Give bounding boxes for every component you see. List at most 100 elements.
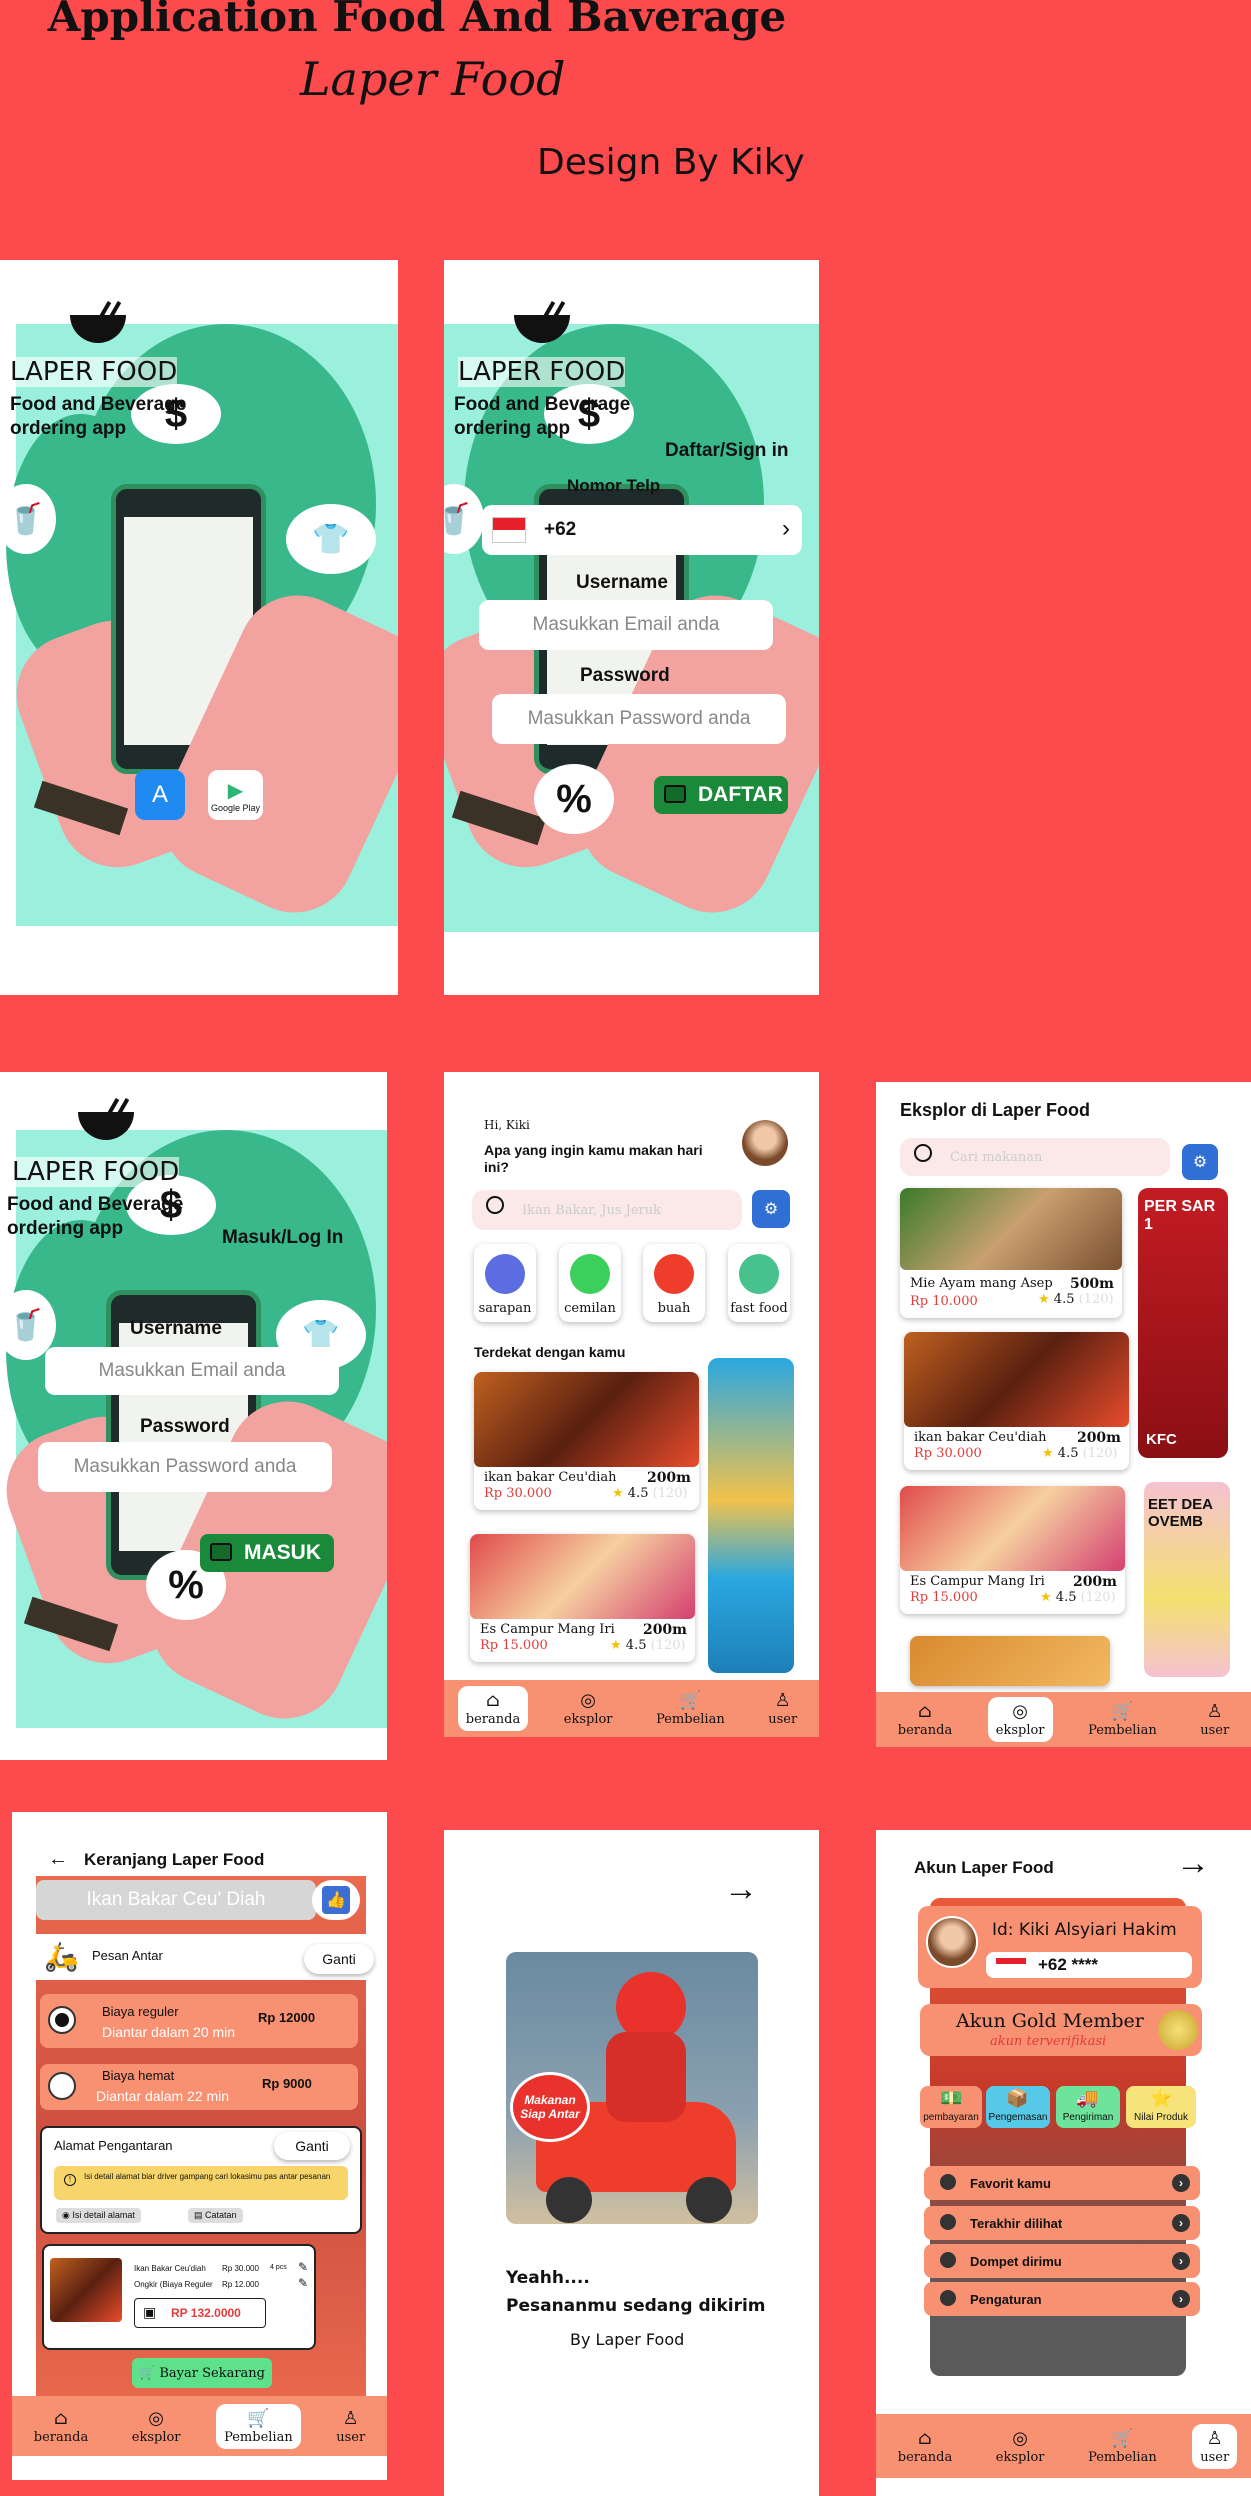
delivery-sign: Makanan Siap Antar <box>510 2072 590 2142</box>
radio-selected[interactable] <box>48 2006 76 2034</box>
cart-icon: 🛒 <box>1111 2427 1134 2449</box>
pay-label: Bayar Sekarang <box>159 2365 265 2381</box>
food-image <box>900 1188 1122 1270</box>
change-delivery-button[interactable]: Ganti <box>304 1944 374 1974</box>
nav-user[interactable]: ♙ user <box>760 1686 805 1731</box>
arrow-right-icon[interactable]: → <box>1176 1844 1210 1883</box>
action-pengiriman[interactable]: 🚚 Pengiriman <box>1056 2086 1120 2128</box>
pay-button[interactable]: 🛒 Bayar Sekarang <box>132 2358 272 2388</box>
brand-name: LAPER FOOD <box>458 357 626 387</box>
food-card[interactable]: Es Campur Mang Iri 200m Rp 15.000 ★ 4.5 … <box>470 1534 695 1662</box>
food-card[interactable]: ikan bakar Ceu'diah 200m Rp 30.000 ★ 4.5… <box>474 1372 699 1510</box>
promo-banner[interactable] <box>708 1358 794 1673</box>
compass-icon: ◎ <box>580 1690 596 1711</box>
phone-code: +62 <box>544 519 577 540</box>
edit-icon[interactable]: ✎ <box>298 2260 308 2274</box>
wheel <box>546 2177 592 2223</box>
food-card[interactable] <box>910 1636 1110 1686</box>
delivery-option-regular[interactable]: Biaya reguler Diantar dalam 20 min Rp 12… <box>40 1994 358 2048</box>
edit-icon[interactable]: ✎ <box>298 2276 308 2290</box>
nav-eksplor[interactable]: ◎ eksplor <box>124 2404 189 2449</box>
email-field[interactable]: Masukkan Email anda <box>479 600 773 650</box>
nav-pembelian[interactable]: 🛒 Pembelian <box>216 2403 301 2449</box>
option-price: Rp 12000 <box>258 2010 316 2025</box>
chevron-right-icon: › <box>1172 2252 1190 2270</box>
enter-icon <box>664 785 686 803</box>
category-fast-food[interactable]: fast food <box>728 1244 790 1322</box>
chevron-right-icon: › <box>1172 2290 1190 2308</box>
nav-beranda[interactable]: ⌂ beranda <box>26 2404 96 2449</box>
food-card[interactable]: ikan bakar Ceu'diah 200m Rp 30.000 ★ 4.5… <box>904 1332 1129 1470</box>
radio-unselected[interactable] <box>48 2072 76 2100</box>
avatar[interactable] <box>926 1916 978 1968</box>
home-icon: ⌂ <box>918 1701 932 1722</box>
nav-beranda[interactable]: ⌂ beranda <box>890 1697 960 1742</box>
filter-button[interactable]: ⚙ <box>1182 1144 1218 1180</box>
avatar[interactable] <box>742 1120 788 1166</box>
phone-field[interactable]: +62 › <box>482 505 802 555</box>
nav-eksplor[interactable]: ◎ eksplor <box>987 1697 1053 1742</box>
filter-button[interactable]: ⚙ <box>752 1190 790 1228</box>
email-field[interactable]: Masukkan Email anda <box>45 1347 339 1395</box>
google-play-button[interactable]: ▶ Google Play <box>208 770 263 820</box>
explore-screen: Eksplor di Laper Food Cari makanan ⚙ Mie… <box>876 1082 1251 1747</box>
app-store-button[interactable]: A <box>135 770 185 820</box>
bottom-nav: ⌂ beranda ◎ eksplor 🛒 Pembelian ♙ user <box>876 2414 1251 2478</box>
food-distance: 500m <box>1069 1276 1114 1292</box>
food-card[interactable]: Es Campur Mang Iri 200m Rp 15.000 ★ 4.5 … <box>900 1486 1125 1614</box>
like-button[interactable]: 👍 <box>312 1880 360 1920</box>
food-distance: 200m <box>646 1470 691 1486</box>
promo-banner[interactable]: EET DEA OVEMB <box>1144 1482 1230 1677</box>
indonesia-flag-icon <box>492 517 526 543</box>
brand-name: LAPER FOOD <box>10 357 178 387</box>
chevron-right-icon[interactable]: › <box>782 515 790 543</box>
menu-favorit[interactable]: Favorit kamu › <box>924 2166 1200 2200</box>
nav-user[interactable]: ♙ user <box>1192 1697 1237 1742</box>
password-field[interactable]: Masukkan Password anda <box>492 694 786 744</box>
menu-dompet[interactable]: Dompet dirimu › <box>924 2244 1200 2278</box>
search-input[interactable]: Cari makanan <box>900 1138 1170 1176</box>
shipping-price: Rp 12.000 <box>222 2280 259 2289</box>
option-name: Biaya reguler <box>102 2004 179 2019</box>
menu-terakhir[interactable]: Terakhir dilihat › <box>924 2206 1200 2240</box>
nav-pembelian[interactable]: 🛒 Pembelian <box>1080 2424 1165 2469</box>
notes-button[interactable]: ▤ Catatan <box>188 2208 243 2223</box>
nav-beranda[interactable]: ⌂ beranda <box>890 2424 960 2469</box>
nav-pembelian[interactable]: 🛒 Pembelian <box>648 1686 733 1731</box>
delivery-option-hemat[interactable]: Biaya hemat Diantar dalam 22 min Rp 9000 <box>40 2064 358 2110</box>
category-cemilan[interactable]: cemilan <box>559 1244 621 1322</box>
kfc-banner[interactable]: PER SAR 1 KFC <box>1138 1188 1228 1458</box>
search-input[interactable]: Ikan Bakar, Jus Jeruk <box>472 1190 742 1230</box>
food-card[interactable]: Mie Ayam mang Asep 500m Rp 10.000 ★ 4.5 … <box>900 1188 1122 1318</box>
nav-beranda[interactable]: ⌂ beranda <box>457 1686 529 1731</box>
login-button[interactable]: MASUK <box>200 1534 334 1572</box>
nav-pembelian[interactable]: 🛒 Pembelian <box>1080 1697 1165 1742</box>
food-rating: ★ 4.5 (120) <box>1038 1292 1114 1307</box>
star-icon: ★ <box>1038 1292 1050 1307</box>
greeting-question: Apa yang ingin kamu makan hari ini? <box>484 1142 703 1175</box>
nav-eksplor[interactable]: ◎ eksplor <box>988 2424 1053 2469</box>
compass-icon: ◎ <box>148 2407 164 2429</box>
menu-pengaturan[interactable]: Pengaturan › <box>924 2282 1200 2316</box>
food-rating: ★ 4.5 (120) <box>1042 1446 1118 1461</box>
food-price: Rp 15.000 <box>480 1638 548 1653</box>
action-nilai-produk[interactable]: ⭐ Nilai Produk <box>1126 2086 1196 2128</box>
nav-eksplor[interactable]: ◎ eksplor <box>556 1686 621 1731</box>
arrow-right-icon[interactable]: → <box>724 1870 758 1909</box>
category-buah[interactable]: buah <box>643 1244 705 1322</box>
signup-button[interactable]: DAFTAR <box>654 776 788 814</box>
address-detail-button[interactable]: ◉ Isi detail alamat <box>56 2208 141 2223</box>
nav-user[interactable]: ♙ user <box>1192 2423 1238 2469</box>
action-pembayaran[interactable]: 💵 pembayaran <box>920 2086 982 2128</box>
nav-user[interactable]: ♙ user <box>328 2404 373 2449</box>
back-arrow-icon[interactable]: ← <box>48 1848 68 1871</box>
option-eta: Diantar dalam 22 min <box>96 2088 230 2104</box>
line-item-qty: 4 pcs <box>270 2264 287 2271</box>
password-field[interactable]: Masukkan Password anda <box>38 1442 332 1492</box>
category-sarapan[interactable]: sarapan <box>474 1244 536 1322</box>
food-image <box>474 1372 699 1467</box>
action-pengemasan[interactable]: 📦 Pengemasan <box>986 2086 1050 2128</box>
shirt-bubble: 👕 <box>286 504 376 574</box>
change-address-button[interactable]: Ganti <box>274 2132 350 2160</box>
item-banner: Ikan Bakar Ceu' Diah <box>36 1880 316 1920</box>
